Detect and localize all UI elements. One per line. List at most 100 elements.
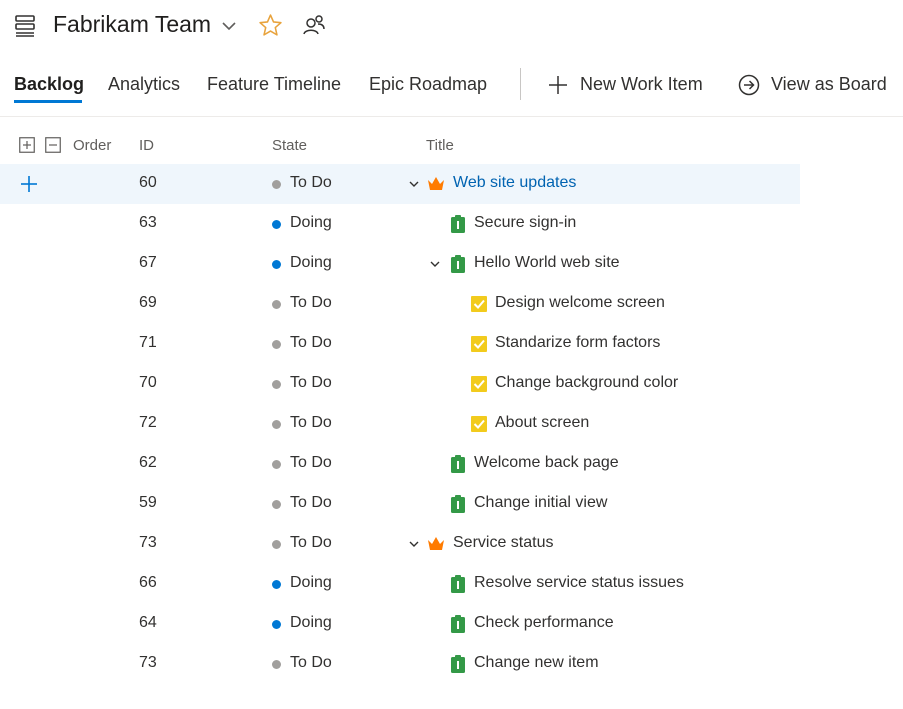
work-item-id: 73 — [139, 534, 157, 551]
team-header: Fabrikam Team — [0, 0, 903, 52]
work-item-title[interactable]: Change new item — [474, 654, 599, 672]
backlog-row[interactable]: 59 To Do Change initial view — [0, 484, 903, 524]
work-item-id: 59 — [139, 494, 157, 511]
work-item-id: 64 — [139, 614, 157, 631]
backlog-item-icon — [451, 455, 465, 473]
work-item-title[interactable]: Service status — [453, 534, 553, 552]
new-work-item-label: New Work Item — [580, 74, 703, 94]
state-indicator-dot — [272, 580, 281, 589]
expand-all-icon[interactable] — [19, 137, 35, 153]
work-item-title[interactable]: Standarize form factors — [495, 334, 660, 352]
state-indicator-dot — [272, 540, 281, 549]
epic-crown-icon — [428, 177, 444, 190]
backlog-row[interactable]: 73 To Do Service status — [0, 524, 903, 564]
work-item-title[interactable]: Welcome back page — [474, 454, 619, 472]
add-child-plus-icon[interactable] — [19, 174, 39, 194]
work-item-title[interactable]: Change background color — [495, 374, 678, 392]
tab-feature-timeline[interactable]: Feature Timeline — [207, 74, 341, 95]
view-as-board-button[interactable]: View as Board — [737, 72, 897, 98]
column-header-order[interactable]: Order — [73, 137, 111, 154]
circle-arrow-right-icon — [738, 74, 760, 96]
backlog-row[interactable]: 73 To Do Change new item — [0, 644, 903, 684]
work-item-id: 67 — [139, 254, 157, 271]
chevron-down-icon[interactable] — [220, 17, 238, 35]
tab-backlog[interactable]: Backlog — [14, 74, 84, 95]
header-divider — [0, 116, 903, 117]
backlog-row[interactable]: 62 To Do Welcome back page — [0, 444, 903, 484]
work-item-state: To Do — [290, 454, 332, 471]
chevron-down-icon[interactable] — [408, 178, 420, 190]
work-item-title[interactable]: Check performance — [474, 614, 614, 632]
work-item-state: Doing — [290, 614, 332, 631]
column-header-id[interactable]: ID — [139, 137, 154, 154]
state-indicator-dot — [272, 420, 281, 429]
state-indicator-dot — [272, 380, 281, 389]
plus-icon — [549, 76, 567, 94]
work-item-id: 73 — [139, 654, 157, 671]
chevron-down-icon[interactable] — [408, 538, 420, 550]
selected-row-highlight — [0, 164, 800, 204]
backlog-row[interactable]: 67 Doing Hello World web site — [0, 244, 903, 284]
tab-analytics[interactable]: Analytics — [108, 74, 180, 95]
task-checkbox-icon — [471, 376, 487, 392]
work-item-id: 66 — [139, 574, 157, 591]
work-item-state: To Do — [290, 294, 332, 311]
work-item-state: Doing — [290, 254, 332, 271]
state-indicator-dot — [272, 180, 281, 189]
task-checkbox-icon — [471, 336, 487, 352]
backlog-row[interactable]: 63 Doing Secure sign-in — [0, 204, 903, 244]
work-item-state: To Do — [290, 534, 332, 551]
backlog-row[interactable]: 66 Doing Resolve service status issues — [0, 564, 903, 604]
state-indicator-dot — [272, 460, 281, 469]
chevron-down-icon[interactable] — [429, 258, 441, 270]
backlog-icon — [15, 15, 35, 37]
work-item-id: 62 — [139, 454, 157, 471]
state-indicator-dot — [272, 500, 281, 509]
work-item-title[interactable]: Resolve service status issues — [474, 574, 684, 592]
new-work-item-button[interactable]: New Work Item — [546, 72, 716, 98]
tab-epic-roadmap[interactable]: Epic Roadmap — [369, 74, 487, 95]
work-item-state: Doing — [290, 214, 332, 231]
work-item-state: To Do — [290, 374, 332, 391]
team-members-icon[interactable] — [302, 13, 326, 37]
backlog-row[interactable]: 69 To Do Design welcome screen — [0, 284, 903, 324]
view-as-board-label: View as Board — [771, 74, 887, 94]
work-item-title[interactable]: Change initial view — [474, 494, 607, 512]
selected-tab-indicator — [14, 100, 82, 103]
backlog-item-icon — [451, 215, 465, 233]
work-item-state: Doing — [290, 574, 332, 591]
backlog-item-icon — [451, 255, 465, 273]
work-item-state: To Do — [290, 414, 332, 431]
backlog-row[interactable]: 72 To Do About screen — [0, 404, 903, 444]
backlog-row[interactable]: 64 Doing Check performance — [0, 604, 903, 644]
work-item-id: 63 — [139, 214, 157, 231]
work-item-title[interactable]: Secure sign-in — [474, 214, 576, 232]
column-header-state[interactable]: State — [272, 137, 307, 154]
column-header-title[interactable]: Title — [426, 137, 454, 154]
team-name[interactable]: Fabrikam Team — [53, 11, 211, 38]
backlog-item-icon — [451, 575, 465, 593]
state-indicator-dot — [272, 620, 281, 629]
backlog-row[interactable]: 60 To Do Web site updates — [0, 164, 903, 204]
collapse-all-icon[interactable] — [45, 137, 61, 153]
work-item-id: 72 — [139, 414, 157, 431]
epic-crown-icon — [428, 537, 444, 550]
favorite-star-icon[interactable] — [258, 13, 283, 38]
work-item-id: 60 — [139, 174, 157, 191]
backlog-item-icon — [451, 615, 465, 633]
state-indicator-dot — [272, 260, 281, 269]
work-item-title[interactable]: About screen — [495, 414, 589, 432]
work-item-state: To Do — [290, 174, 332, 191]
backlog-item-icon — [451, 655, 465, 673]
work-item-title[interactable]: Design welcome screen — [495, 294, 665, 312]
state-indicator-dot — [272, 220, 281, 229]
state-indicator-dot — [272, 660, 281, 669]
work-item-title[interactable]: Hello World web site — [474, 254, 620, 272]
state-indicator-dot — [272, 300, 281, 309]
work-item-title[interactable]: Web site updates — [453, 174, 576, 192]
toolbar-divider — [520, 68, 521, 100]
backlog-row[interactable]: 71 To Do Standarize form factors — [0, 324, 903, 364]
backlog-grid: 60 To Do Web site updates 63 Doing Secure sig… — [0, 164, 903, 684]
backlog-row[interactable]: 70 To Do Change background color — [0, 364, 903, 404]
work-item-id: 70 — [139, 374, 157, 391]
